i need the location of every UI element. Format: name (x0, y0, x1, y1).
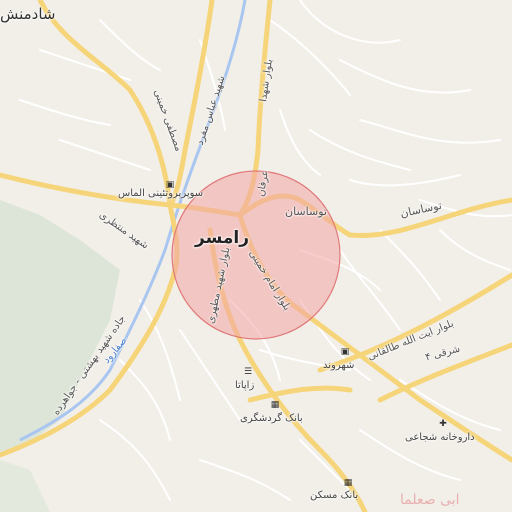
poi-label-zapata[interactable]: زاپاتا (235, 380, 254, 391)
pharmacy-icon[interactable]: ✚ (438, 420, 448, 429)
map-view[interactable]: رامسر شادمنش توساسان توساسان شهید عباس م… (0, 0, 512, 512)
shopping-cart-icon[interactable]: ▣ (340, 348, 350, 357)
restaurant-icon[interactable]: ☰ (243, 368, 253, 377)
city-label[interactable]: رامسر (195, 228, 249, 248)
poi-label-shojaei-pharmacy[interactable]: داروخانه شجاعی (405, 432, 475, 443)
watermark-label: ابی صعلما (400, 492, 460, 508)
place-label-top-left[interactable]: شادمنش (0, 5, 56, 23)
poi-label-bank-gardeshgari[interactable]: بانک گردشگری (240, 413, 303, 424)
poi-label-bank-maskan[interactable]: بانک مسکن (310, 490, 358, 501)
place-label-tousasan-1[interactable]: توساسان (285, 205, 327, 218)
poi-label-shahrvand[interactable]: شهروند (323, 360, 354, 371)
bank-icon[interactable]: ▦ (270, 401, 280, 410)
poi-label-almas-market[interactable]: سوپرپروتئینی الماس (118, 188, 203, 199)
bank-icon[interactable]: ▦ (343, 479, 353, 488)
